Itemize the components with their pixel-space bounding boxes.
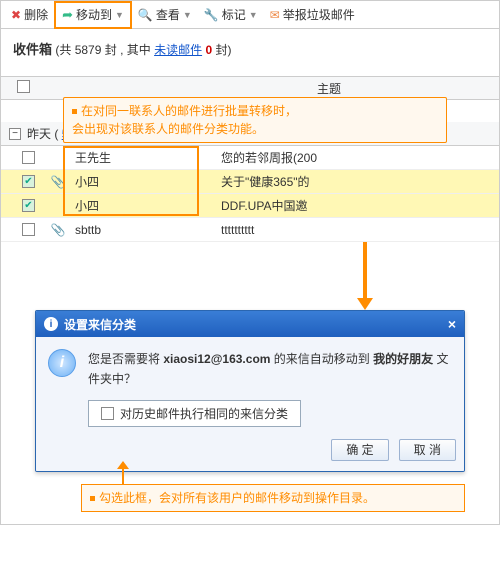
delete-button[interactable]: ✖ 删除 [5, 3, 54, 27]
report-label: 举报垃圾邮件 [283, 6, 355, 23]
bullet-icon [90, 496, 95, 501]
mail-row[interactable]: 📎 sbttb tttttttttt [1, 218, 499, 242]
row-checkbox[interactable]: ✔ [22, 199, 35, 212]
callout-batch-move: 在对同一联系人的邮件进行批量转移时， 会出现对该联系人的邮件分类功能。 [63, 97, 447, 143]
view-label: 查看 [156, 6, 180, 23]
subject-column: 主题 [317, 80, 341, 97]
subject: DDF.UPA中国邀 [201, 197, 499, 214]
inbox-header: 收件箱 (共 5879 封 , 其中 未读邮件 0 封) [1, 29, 499, 64]
collapse-icon[interactable]: − [9, 128, 21, 140]
ok-button[interactable]: 确 定 [331, 439, 388, 461]
cancel-button[interactable]: 取 消 [399, 439, 456, 461]
inbox-title: 收件箱 [13, 42, 52, 57]
inbox-counts: (共 5879 封 , 其中 未读邮件 0 封) [55, 43, 231, 57]
callout-history-option: 勾选此框，会对所有该用户的邮件移动到操作目录。 [81, 484, 465, 512]
dialog-info-icon: i [48, 349, 88, 390]
close-icon[interactable]: × [448, 316, 456, 332]
chevron-down-icon: ▼ [183, 10, 192, 20]
dialog-title: 设置来信分类 [64, 316, 136, 333]
view-icon: 🔍 [138, 8, 153, 22]
wrench-icon: 🔧 [204, 8, 219, 22]
classify-dialog: i 设置来信分类 × i 您是否需要将 xiaosi12@163.com 的来信… [35, 310, 465, 472]
report-spam-button[interactable]: ✉ 举报垃圾邮件 [264, 3, 361, 27]
toolbar: ✖ 删除 ➦ 移动到 ▼ 🔍 查看 ▼ 🔧 标记 ▼ ✉ 举报垃圾邮件 [1, 1, 499, 29]
subject: 关于"健康365"的 [201, 173, 499, 190]
row-checkbox[interactable] [22, 223, 35, 236]
attachment-icon: 📎 [45, 175, 71, 189]
sender: 小四 [71, 197, 201, 214]
sender: 小四 [71, 173, 201, 190]
chevron-down-icon: ▼ [249, 10, 258, 20]
mail-row[interactable]: 王先生 您的若邻周报(200 [1, 146, 499, 170]
mail-row[interactable]: ✔ 📎 小四 关于"健康365"的 [1, 170, 499, 194]
bullet-icon [72, 109, 77, 114]
unread-link[interactable]: 未读邮件 [154, 43, 202, 57]
delete-icon: ✖ [11, 8, 21, 22]
dialog-message: 您是否需要将 xiaosi12@163.com 的来信自动移动到 我的好朋友 文… [88, 349, 452, 390]
attachment-icon: 📎 [45, 223, 71, 237]
option-checkbox[interactable] [101, 407, 114, 420]
delete-label: 删除 [24, 6, 48, 23]
mail-row[interactable]: ✔ 小四 DDF.UPA中国邀 [1, 194, 499, 218]
view-button[interactable]: 🔍 查看 ▼ [132, 3, 198, 27]
row-checkbox[interactable]: ✔ [22, 175, 35, 188]
mark-label: 标记 [222, 6, 246, 23]
info-icon: i [44, 317, 58, 331]
chevron-down-icon: ▼ [115, 10, 124, 20]
sender: 王先生 [71, 149, 201, 166]
subject: tttttttttt [201, 223, 499, 237]
select-all-checkbox[interactable] [9, 80, 37, 96]
move-label: 移动到 [76, 6, 112, 23]
mail-rows: 王先生 您的若邻周报(200 ✔ 📎 小四 关于"健康365"的 ✔ 小四 DD… [1, 146, 499, 242]
move-icon: ➦ [62, 7, 73, 23]
row-checkbox[interactable] [22, 151, 35, 164]
sender: sbttb [71, 223, 201, 237]
apply-history-option[interactable]: 对历史邮件执行相同的来信分类 [88, 400, 301, 427]
report-icon: ✉ [270, 8, 280, 22]
move-to-button[interactable]: ➦ 移动到 ▼ [54, 1, 132, 29]
dialog-titlebar: i 设置来信分类 × [36, 311, 464, 337]
mark-button[interactable]: 🔧 标记 ▼ [198, 3, 264, 27]
flow-arrow [171, 242, 499, 310]
subject: 您的若邻周报(200 [201, 149, 499, 166]
